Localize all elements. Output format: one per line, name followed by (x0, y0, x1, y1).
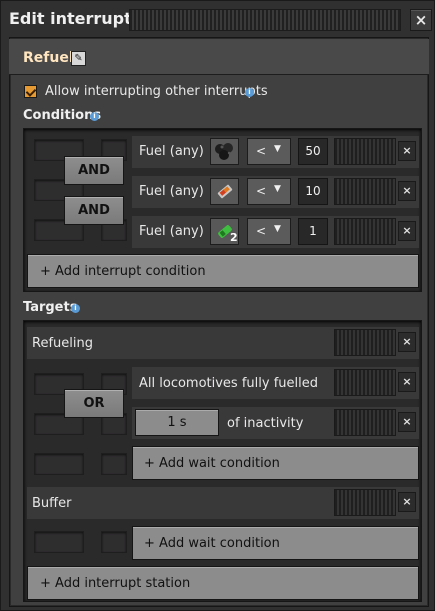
empty-slot (34, 453, 84, 475)
value-field[interactable]: 50 (298, 138, 328, 165)
add-interrupt-station-label: + Add interrupt station (40, 576, 191, 591)
value-field[interactable]: 1 (298, 218, 328, 245)
remove-condition-button[interactable]: × (398, 221, 416, 241)
empty-slot (101, 453, 127, 475)
drag-handle[interactable] (334, 489, 396, 516)
wait-condition-label: All locomotives fully fuelled (139, 376, 318, 391)
remove-condition-button[interactable]: × (398, 141, 416, 161)
add-wait-condition-label: + Add wait condition (144, 456, 280, 471)
add-wait-condition-label: + Add wait condition (144, 536, 280, 551)
remove-wait-condition-button[interactable]: × (398, 372, 416, 392)
condition-label: Fuel (any) (139, 184, 204, 199)
allow-interrupting-label: Allow interrupting other interrupts (45, 84, 268, 99)
info-icon: i (245, 88, 254, 97)
empty-slot (101, 531, 127, 553)
operator-dropdown[interactable]: < ▼ (247, 138, 291, 165)
add-interrupt-condition-label: + Add interrupt condition (40, 264, 206, 279)
window-title: Edit interrupt (9, 9, 132, 28)
remove-condition-button[interactable]: × (398, 181, 416, 201)
info-icon: i (71, 304, 80, 313)
empty-slot (34, 531, 84, 553)
drag-handle[interactable] (334, 178, 396, 205)
edit-name-icon[interactable]: ✎ (71, 51, 86, 66)
wait-condition-suffix: of inactivity (227, 416, 304, 431)
condition-label: Fuel (any) (139, 144, 204, 159)
add-interrupt-station-button[interactable]: + Add interrupt station (27, 566, 419, 600)
operator-dropdown[interactable]: < ▼ (247, 218, 291, 245)
operator-value: < (256, 144, 267, 158)
condition-label: Fuel (any) (139, 224, 204, 239)
drag-handle[interactable] (129, 9, 401, 31)
interrupt-name: Refuel (23, 50, 74, 66)
and-connector-button[interactable]: AND (64, 196, 124, 225)
drag-handle[interactable] (334, 369, 396, 396)
and-connector-button[interactable]: AND (64, 156, 124, 185)
solid-fuel-icon[interactable] (210, 178, 239, 205)
icon-badge: 2 (230, 231, 238, 244)
info-icon: i (90, 112, 99, 121)
operator-dropdown[interactable]: < ▼ (247, 178, 291, 205)
drag-handle[interactable] (334, 138, 396, 165)
chevron-down-icon: ▼ (274, 224, 281, 234)
station-name: Buffer (32, 496, 72, 511)
remove-station-button[interactable]: × (398, 492, 416, 512)
or-connector-button[interactable]: OR (64, 389, 124, 418)
drag-handle[interactable] (334, 329, 396, 356)
chevron-down-icon: ▼ (274, 144, 281, 154)
operator-value: < (256, 224, 267, 238)
edit-interrupt-window: Edit interrupt × Refuel ✎ Allow interrup… (0, 0, 435, 611)
coal-icon[interactable] (210, 138, 239, 165)
chevron-down-icon: ▼ (274, 184, 281, 194)
operator-value: < (256, 184, 267, 198)
allow-interrupting-checkbox[interactable] (24, 85, 37, 98)
drag-handle[interactable] (334, 218, 396, 245)
close-button[interactable]: × (410, 9, 432, 31)
targets-header: Targets (23, 300, 78, 315)
rocket-fuel-icon[interactable]: 2 (210, 218, 239, 245)
remove-wait-condition-button[interactable]: × (398, 412, 416, 432)
add-wait-condition-button[interactable]: + Add wait condition (132, 446, 419, 480)
add-wait-condition-button[interactable]: + Add wait condition (132, 526, 419, 560)
remove-station-button[interactable]: × (398, 332, 416, 352)
inactivity-time-button[interactable]: 1 s (135, 409, 219, 436)
station-name: Refueling (32, 336, 93, 351)
value-field[interactable]: 10 (298, 178, 328, 205)
add-interrupt-condition-button[interactable]: + Add interrupt condition (27, 254, 419, 288)
drag-handle[interactable] (334, 409, 396, 436)
